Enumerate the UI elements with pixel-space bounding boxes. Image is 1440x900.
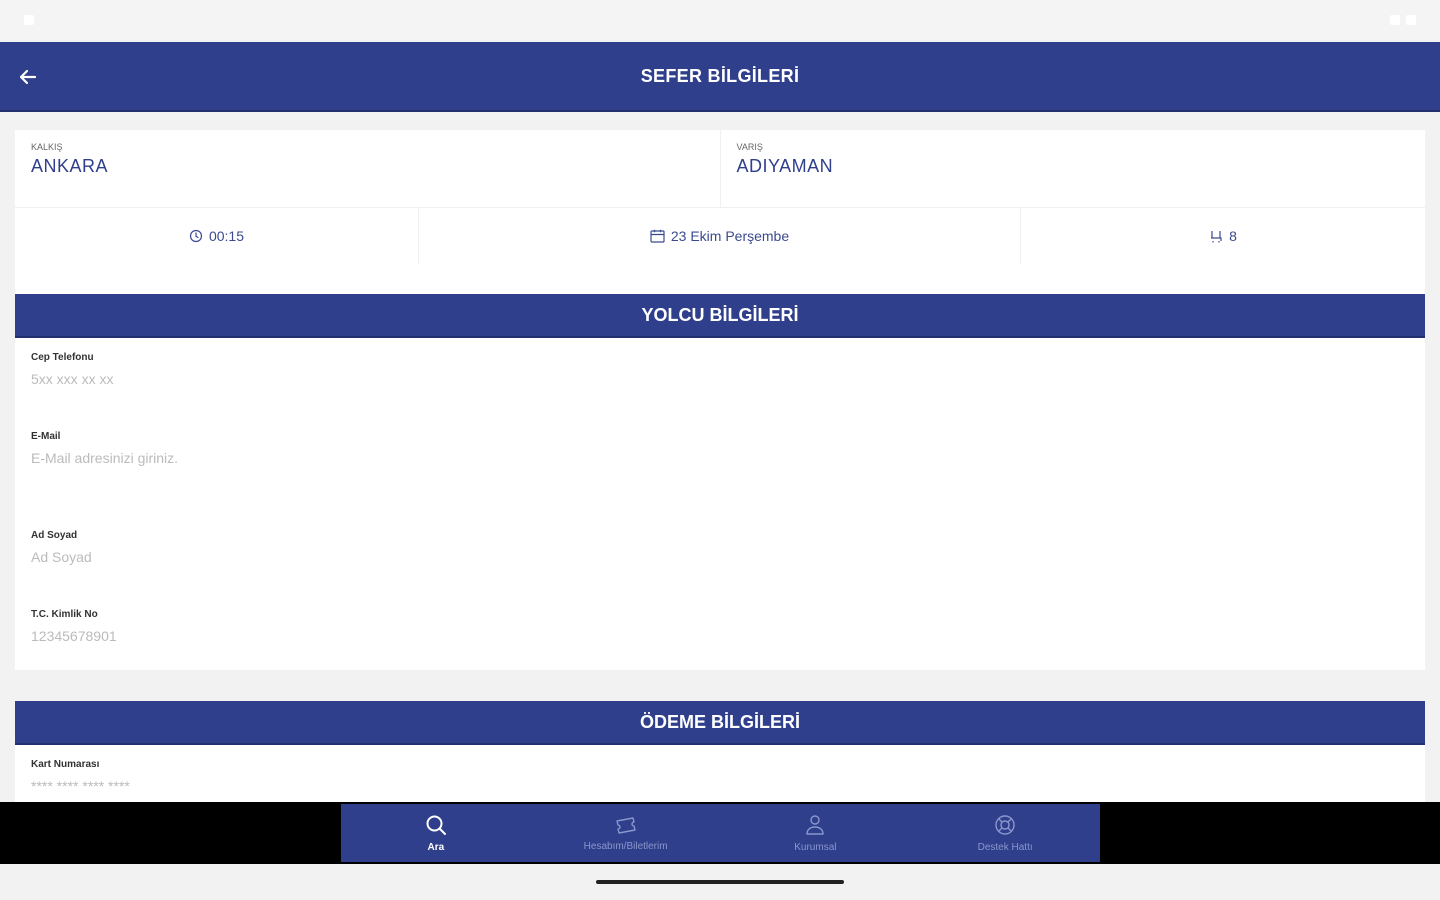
gesture-area: [0, 864, 1440, 900]
trip-meta-row: 00:15 23 Ekim Perşembe 8: [15, 208, 1425, 264]
passenger-section: Cep Telefonu E-Mail Ad Soyad T.C. Kimlik…: [15, 338, 1425, 670]
trip-seat-value: 8: [1229, 228, 1237, 244]
phone-field: Cep Telefonu: [31, 352, 1409, 387]
name-field: Ad Soyad: [31, 530, 1409, 565]
nav-label-corporate: Kurumsal: [794, 841, 837, 853]
status-left: [24, 15, 34, 25]
ticket-icon: [615, 816, 636, 834]
nav-item-tickets[interactable]: Hesabım/Biletlerim: [531, 804, 721, 862]
passenger-section-header: YOLCU BİLGİLERİ: [15, 294, 1425, 338]
tc-field: T.C. Kimlik No: [31, 609, 1409, 644]
trip-date-value: 23 Ekim Perşembe: [670, 228, 790, 244]
tc-label: T.C. Kimlik No: [31, 609, 98, 620]
arrow-left-icon: [19, 69, 37, 85]
back-button[interactable]: [14, 63, 42, 91]
departure-cell: KALKIŞ ANKARA: [15, 130, 721, 207]
nav-item-support[interactable]: Destek Hattı: [910, 804, 1100, 862]
route-row: KALKIŞ ANKARA VARIŞ ADIYAMAN: [15, 130, 1425, 208]
nav-label-search: Ara: [427, 841, 445, 853]
name-input[interactable]: [31, 549, 1409, 565]
trip-seat: 8: [1021, 208, 1425, 264]
battery-icon: [1406, 15, 1416, 25]
calendar-icon: [650, 229, 665, 243]
trip-time: 00:15: [15, 208, 419, 264]
wifi-icon: [1390, 15, 1400, 25]
seat-icon: [1211, 231, 1222, 243]
departure-value: ANKARA: [31, 156, 109, 176]
payment-section-header: ÖDEME BİLGİLERİ: [15, 701, 1425, 745]
notification-icon: [24, 15, 34, 25]
phone-label: Cep Telefonu: [31, 352, 94, 363]
clock-icon: [189, 229, 203, 243]
status-right: [1390, 15, 1416, 25]
nav-item-corporate[interactable]: Kurumsal: [721, 804, 911, 862]
arrival-value: ADIYAMAN: [736, 156, 834, 176]
card-input[interactable]: [31, 778, 1409, 794]
email-input[interactable]: [31, 450, 1409, 466]
nav-item-search[interactable]: Ara: [341, 804, 531, 862]
trip-time-value: 00:15: [208, 228, 245, 244]
card-field: Kart Numarası: [31, 759, 1409, 794]
arrival-cell: VARIŞ ADIYAMAN: [721, 130, 1426, 207]
payment-section: Kart Numarası: [15, 745, 1425, 802]
support-icon: [995, 814, 1015, 835]
name-label: Ad Soyad: [31, 530, 78, 541]
bottom-nav: Ara Hesabım/Biletlerim Kurumsal Destek H…: [341, 804, 1100, 862]
phone-input[interactable]: [31, 371, 1409, 387]
user-icon: [806, 814, 825, 835]
arrival-label: VARIŞ: [736, 142, 763, 152]
card-label: Kart Numarası: [31, 759, 100, 770]
trip-date: 23 Ekim Perşembe: [419, 208, 1021, 264]
email-label: E-Mail: [31, 431, 61, 442]
page-title: SEFER BİLGİLERİ: [640, 65, 800, 86]
email-field: E-Mail: [31, 431, 1409, 466]
app-bar: SEFER BİLGİLERİ: [0, 42, 1440, 112]
tc-input[interactable]: [31, 628, 1409, 644]
scroll-content[interactable]: KALKIŞ ANKARA VARIŞ ADIYAMAN 00:15 23 Ek…: [0, 112, 1440, 802]
status-bar: [0, 0, 1440, 40]
home-gesture-handle[interactable]: [596, 880, 844, 884]
bottom-bar: Ara Hesabım/Biletlerim Kurumsal Destek H…: [0, 802, 1440, 864]
search-icon: [426, 815, 446, 835]
nav-label-tickets: Hesabım/Biletlerim: [583, 840, 668, 852]
departure-label: KALKIŞ: [31, 142, 63, 152]
nav-label-support: Destek Hattı: [977, 841, 1033, 853]
